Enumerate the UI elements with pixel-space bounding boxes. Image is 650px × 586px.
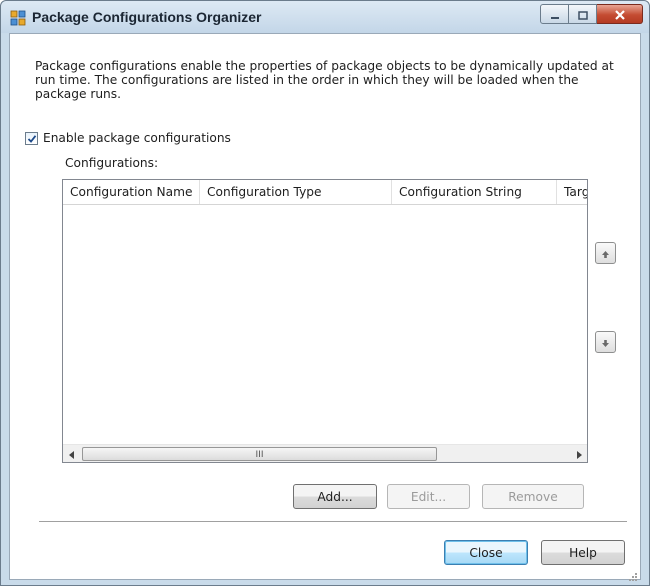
- close-icon: [614, 5, 626, 24]
- minimize-button[interactable]: [540, 4, 569, 24]
- resize-grip-icon[interactable]: [628, 567, 638, 581]
- configurations-label: Configurations:: [65, 156, 159, 170]
- dialog-client-area: Package configurations enable the proper…: [9, 33, 641, 581]
- maximize-button[interactable]: [569, 4, 597, 24]
- horizontal-scrollbar[interactable]: III: [63, 444, 587, 462]
- help-button[interactable]: Help: [541, 540, 625, 565]
- maximize-icon: [577, 5, 588, 24]
- scroll-left-button[interactable]: [63, 445, 80, 462]
- scroll-right-button[interactable]: [570, 445, 587, 462]
- dialog-window: Package Configurations Organizer Package…: [0, 0, 650, 586]
- arrow-up-icon: [601, 244, 610, 263]
- move-down-button[interactable]: [595, 331, 616, 353]
- caption-buttons: [540, 4, 643, 24]
- triangle-left-icon: [68, 444, 75, 462]
- column-header-configuration-name[interactable]: Configuration Name: [63, 180, 200, 204]
- column-header-target[interactable]: Targ: [557, 180, 587, 204]
- description-text: Package configurations enable the proper…: [35, 59, 614, 101]
- configurations-list[interactable]: Configuration Name Configuration Type Co…: [62, 179, 588, 463]
- separator-line: [39, 521, 627, 523]
- arrow-down-icon: [601, 333, 610, 352]
- enable-configurations-checkbox[interactable]: [25, 129, 38, 148]
- list-header: Configuration Name Configuration Type Co…: [63, 180, 587, 205]
- enable-configurations-label: Enable package configurations: [43, 131, 231, 145]
- remove-button[interactable]: Remove: [482, 484, 584, 509]
- add-button[interactable]: Add...: [293, 484, 377, 509]
- column-header-configuration-type[interactable]: Configuration Type: [200, 180, 392, 204]
- minimize-icon: [550, 5, 560, 24]
- edit-button[interactable]: Edit...: [387, 484, 470, 509]
- package-configuration-icon: [10, 10, 26, 26]
- checkmark-icon: [27, 129, 37, 148]
- window-title: Package Configurations Organizer: [32, 9, 262, 25]
- scrollbar-grip: III: [255, 450, 264, 460]
- enable-configurations-row[interactable]: Enable package configurations: [25, 131, 231, 145]
- triangle-right-icon: [576, 444, 582, 462]
- title-bar[interactable]: Package Configurations Organizer: [1, 1, 649, 33]
- move-up-button[interactable]: [595, 242, 616, 264]
- close-window-button[interactable]: [597, 4, 643, 24]
- scrollbar-thumb[interactable]: III: [82, 447, 437, 461]
- column-header-configuration-string[interactable]: Configuration String: [392, 180, 557, 204]
- close-button[interactable]: Close: [444, 540, 528, 565]
